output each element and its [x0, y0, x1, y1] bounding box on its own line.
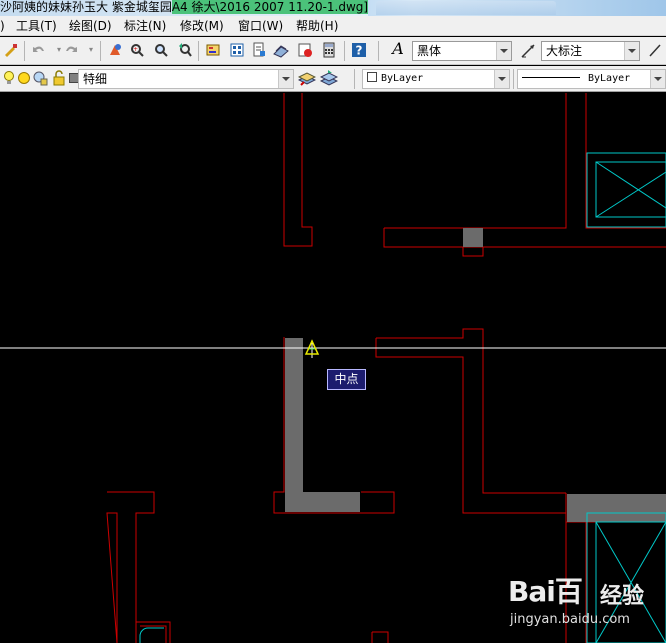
menu-modify[interactable]: 修改(M) [180, 18, 224, 34]
color-value: ByLayer [381, 73, 424, 84]
menu-draw[interactable]: 绘图(D) [69, 18, 112, 34]
menu-stub[interactable]: ) [0, 18, 5, 34]
viewport-freeze-icon[interactable] [31, 69, 49, 87]
tool-palettes-icon[interactable] [250, 41, 268, 59]
chevron-down-icon[interactable] [624, 42, 639, 60]
title-file-path: A4 徐大\2016 2007 11.20-1.dwg] [171, 0, 369, 14]
chevron-down-icon[interactable] [278, 70, 293, 88]
layer-combo[interactable]: 特细 [78, 69, 294, 89]
watermark-cn-text: 经验 [600, 584, 645, 609]
column-fill-lower-right [567, 494, 666, 522]
zoom-realtime-icon[interactable]: + [128, 41, 146, 59]
design-center-icon[interactable] [228, 41, 246, 59]
drawing-svg[interactable] [0, 93, 666, 643]
properties-icon[interactable] [204, 41, 222, 59]
chevron-down-icon[interactable] [650, 70, 665, 88]
fixture-small [371, 631, 389, 643]
table-style-icon[interactable] [646, 41, 664, 59]
watermark-url: jingyan.baidu.com [510, 612, 630, 627]
menu-bar: ) 工具(T) 绘图(D) 标注(N) 修改(M) 窗口(W) 帮助(H) [0, 16, 666, 36]
window-inner-upper [595, 161, 666, 218]
fixture-cyan [139, 627, 164, 643]
chevron-down-icon[interactable] [494, 70, 509, 88]
wall-lower-left-t [106, 491, 155, 643]
wall-middle-right [375, 328, 566, 514]
layers-toolbar: 特细 ByLayer ByLayer [0, 66, 666, 92]
linetype-value: ByLayer [588, 73, 631, 84]
sheet-set-icon[interactable] [272, 41, 290, 59]
menu-window[interactable]: 窗口(W) [238, 18, 283, 34]
title-text: 沙阿姨的妹妹孙玉大 紫金城玺园 [0, 0, 172, 14]
zoom-previous-icon[interactable] [176, 41, 194, 59]
pan-icon[interactable] [106, 41, 124, 59]
zoom-window-icon[interactable] [152, 41, 170, 59]
wall-upper-left [283, 93, 313, 247]
wall-upper-right [383, 93, 666, 248]
baidu-watermark: Bai百 经验 jingyan.baidu.com [506, 570, 666, 640]
text-style-combo[interactable]: 黑体 [412, 41, 512, 61]
dim-style-icon[interactable] [520, 41, 538, 59]
title-bar: 沙阿姨的妹妹孙玉大 紫金城玺园A4 徐大\2016 2007 11.20-1.d… [0, 0, 666, 16]
column-fill-upper [463, 228, 483, 247]
markup-icon[interactable] [296, 41, 314, 59]
undo-icon[interactable] [30, 41, 48, 59]
match-properties-icon[interactable] [2, 41, 20, 59]
toolbar-separator [100, 41, 101, 61]
snap-tooltip: 中点 [327, 369, 366, 390]
linetype-preview [522, 77, 580, 78]
background-tab[interactable] [376, 1, 556, 15]
layer-previous-icon[interactable] [320, 69, 338, 87]
redo-icon[interactable] [62, 41, 80, 59]
chevron-down-icon[interactable] [496, 42, 511, 60]
menu-tools[interactable]: 工具(T) [16, 18, 57, 34]
watermark-logo-text: Bai百 [508, 575, 583, 608]
calculator-icon[interactable] [320, 41, 338, 59]
toolbar-separator [513, 69, 514, 89]
menu-dimension[interactable]: 标注(N) [124, 18, 166, 34]
linetype-combo[interactable]: ByLayer [517, 69, 666, 89]
toolbar-separator [24, 41, 25, 61]
color-combo[interactable]: ByLayer [362, 69, 510, 89]
svg-text:+: + [133, 46, 138, 53]
text-style-icon[interactable]: A [389, 40, 407, 58]
window-title: 沙阿姨的妹妹孙玉大 紫金城玺园A4 徐大\2016 2007 11.20-1.d… [0, 0, 369, 16]
toolbar-separator [198, 41, 199, 61]
drawing-canvas[interactable]: 中点 Bai百 经验 jingyan.baidu.com [0, 93, 666, 643]
column-fill-l [285, 338, 360, 512]
standard-toolbar: ▾ ▾ + ? A 黑体 大标注 [0, 37, 666, 65]
dim-style-combo[interactable]: 大标注 [541, 41, 640, 61]
layer-value: 特细 [83, 72, 108, 86]
window-cross-upper [595, 161, 666, 218]
text-style-value: 黑体 [417, 44, 442, 58]
toolbar-separator [378, 41, 379, 61]
svg-text:?: ? [356, 44, 363, 58]
redo-dropdown-icon[interactable]: ▾ [82, 41, 100, 59]
dim-style-value: 大标注 [546, 44, 583, 58]
toolbar-separator [354, 69, 355, 89]
toolbar-separator [344, 41, 345, 61]
menu-help[interactable]: 帮助(H) [296, 18, 338, 34]
wall-notch [462, 247, 484, 257]
make-layer-current-icon[interactable] [298, 69, 316, 87]
color-swatch [367, 72, 377, 82]
help-icon[interactable]: ? [350, 41, 368, 59]
